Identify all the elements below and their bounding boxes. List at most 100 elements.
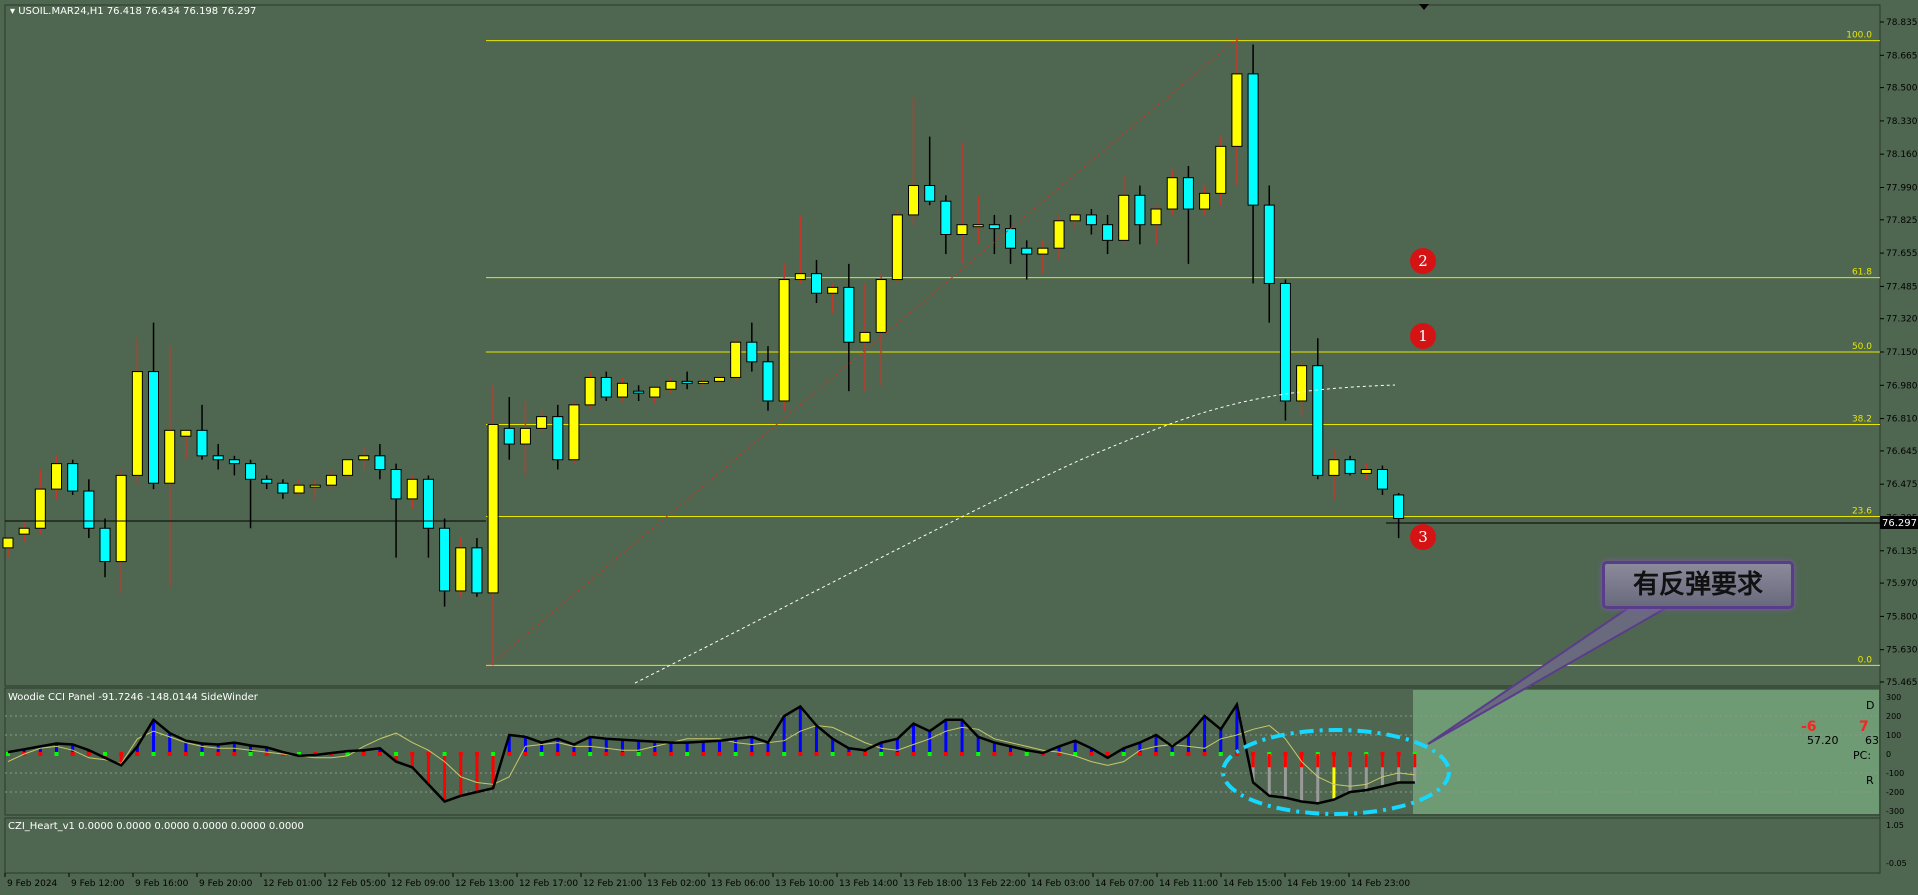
candle-body: [261, 478, 273, 484]
cci-zero-dot: [1186, 752, 1191, 756]
candle-body: [374, 455, 386, 471]
candle-body: [827, 286, 839, 294]
cci-zero-dot: [620, 752, 625, 756]
cci-zero-dot: [86, 752, 91, 756]
cci-zero-dot: [555, 752, 560, 756]
cci-zero-dot: [749, 752, 754, 756]
cci-zero-dot: [863, 752, 868, 756]
cci-zero-dot: [216, 752, 221, 756]
cci-zero-dot: [539, 752, 544, 756]
time-tick-label: 13 Feb 06:00: [711, 879, 770, 889]
candle-body: [1247, 73, 1259, 206]
time-tick-label: 12 Feb 13:00: [455, 879, 514, 889]
candle-body: [83, 490, 95, 529]
cci-zero-dot: [103, 752, 108, 756]
price-tick-label: 78.500: [1886, 84, 1918, 94]
cci-zero-dot: [38, 752, 43, 756]
candle-body: [2, 537, 14, 549]
candle-body: [584, 376, 596, 406]
candle-body: [293, 484, 305, 494]
cci-zero-dot: [1008, 752, 1013, 756]
price-tick-label: 77.990: [1886, 183, 1918, 193]
cci-zero-dot: [167, 752, 172, 756]
chart-canvas[interactable]: 100.0 61.8 50.0 38.2 23.6 0.0 78.835 78.665 78.…: [0, 0, 1918, 895]
symbol-line: USOIL.MAR24,H1 76.418 76.434 76.198 76.2…: [18, 6, 257, 17]
candle-body: [730, 341, 742, 378]
candle-body: [1053, 220, 1065, 249]
cci-tick-label: 0: [1886, 750, 1891, 759]
time-tick-label: 13 Feb 14:00: [839, 879, 898, 889]
collapse-arrow-icon[interactable]: ▾: [10, 6, 18, 17]
candle-body: [811, 273, 822, 294]
candle-body: [1118, 194, 1130, 241]
time-tick-label: 14 Feb 07:00: [1095, 879, 1154, 889]
cci-zero-dot: [879, 752, 884, 756]
candle-body: [34, 488, 46, 529]
candle-body: [439, 527, 451, 592]
cci-zero-dot: [458, 752, 463, 756]
candle-body: [1037, 247, 1049, 255]
candle-body: [1296, 365, 1308, 402]
candle-body: [1344, 459, 1356, 474]
time-tick-label: 9 Feb 16:00: [135, 879, 189, 889]
candle-body: [940, 200, 952, 235]
callout-label[interactable]: 有反弹要求: [1602, 561, 1794, 609]
time-tick-label: 9 Feb 12:00: [71, 879, 125, 889]
cci-zero-dot: [361, 752, 366, 756]
cci-tick-label: 100: [1886, 731, 1901, 740]
price-tick-label: 78.330: [1886, 117, 1918, 127]
price-tick-label: 76.475: [1886, 480, 1918, 490]
candle-body: [131, 371, 143, 476]
cci-stat-value: 57.20: [1807, 734, 1839, 747]
cci-zero-dot: [119, 752, 124, 756]
cci-zero-dot: [588, 752, 593, 756]
price-tick-label: 77.150: [1886, 348, 1918, 358]
cci-zero-dot: [507, 752, 512, 756]
candle-body: [1150, 208, 1162, 226]
cci-zero-dot: [830, 752, 835, 756]
cci-label-pc: PC:: [1853, 749, 1872, 762]
cci-zero-dot: [765, 752, 770, 756]
marker-2[interactable]: 2: [1410, 248, 1436, 274]
cci-zero-dot: [992, 752, 997, 756]
price-tick-label: 76.980: [1886, 381, 1918, 391]
time-tick-label: 13 Feb 02:00: [647, 879, 706, 889]
candle-body: [18, 527, 30, 535]
cci-zero-dot: [523, 752, 528, 756]
marker-1[interactable]: 1: [1410, 323, 1436, 349]
marker-3[interactable]: 3: [1410, 524, 1436, 550]
candle-body: [99, 527, 111, 563]
cci-zero-dot: [200, 752, 205, 756]
price-tick-label: 75.465: [1886, 678, 1918, 688]
candle-body: [552, 416, 564, 461]
candle-body: [697, 380, 709, 384]
candle-body: [633, 390, 645, 394]
candle-body: [843, 286, 855, 343]
cci-zero-dot: [685, 752, 690, 756]
candle-body: [891, 214, 903, 281]
cci-zero-dot: [1024, 752, 1029, 756]
cci-stat-small: 63: [1865, 734, 1879, 747]
candle-body: [649, 386, 661, 398]
candle-body: [180, 429, 192, 437]
cci-zero-dot: [1170, 752, 1175, 756]
candle-body: [1376, 469, 1388, 490]
cci-label-d: D: [1866, 699, 1875, 712]
candle-body: [713, 376, 725, 382]
candle-body: [245, 463, 257, 480]
fib-level-label: 38.2: [1852, 414, 1872, 424]
time-tick-label: 14 Feb 03:00: [1031, 879, 1090, 889]
candle-body: [164, 429, 176, 484]
cci-zero-dot: [636, 752, 641, 756]
candle-body: [1393, 494, 1405, 519]
time-tick-label: 14 Feb 11:00: [1159, 879, 1218, 889]
cci-zero-dot: [1218, 752, 1223, 756]
candle-body: [746, 341, 758, 363]
candle-body: [1166, 177, 1178, 210]
price-tick-label: 76.645: [1886, 447, 1918, 457]
candle-body: [956, 224, 968, 235]
candle-body: [67, 463, 79, 492]
cci-zero-dot: [151, 752, 156, 756]
candle-body: [51, 463, 63, 490]
candle-body: [1263, 204, 1275, 284]
